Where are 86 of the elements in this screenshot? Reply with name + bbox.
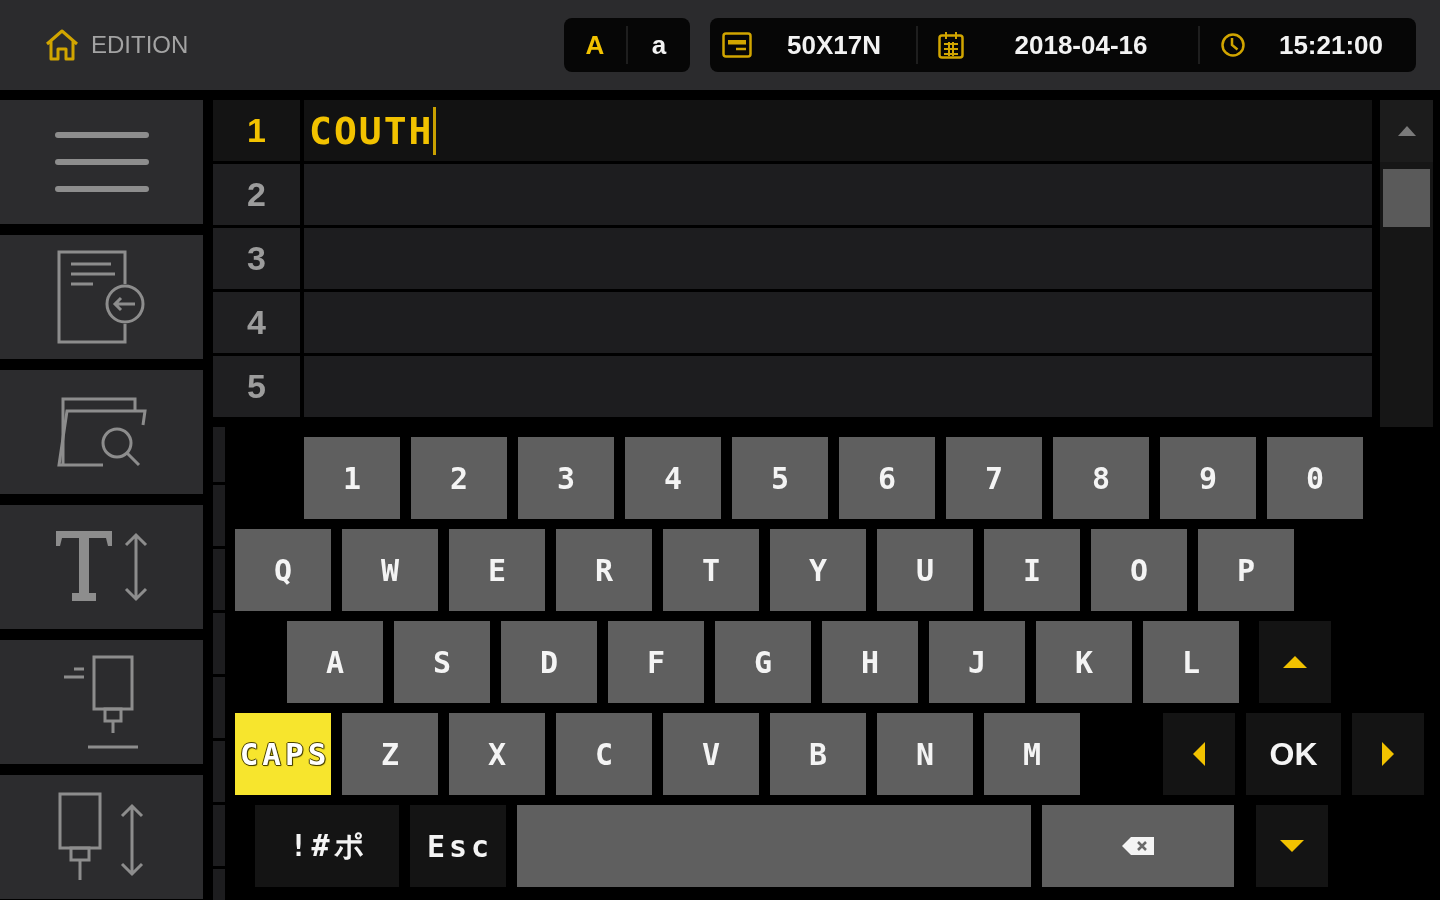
caret-up-icon — [1283, 656, 1307, 668]
keyboard-key[interactable]: P — [1198, 529, 1294, 611]
keyboard-key[interactable]: E — [449, 529, 545, 611]
keyboard-key[interactable]: 0 — [1267, 437, 1363, 519]
keyboard-key[interactable]: 8 — [1053, 437, 1149, 519]
keyboard-key[interactable]: R — [556, 529, 652, 611]
caret-up-icon — [1397, 126, 1416, 136]
keyboard-key[interactable]: 1 — [304, 437, 400, 519]
caret-down-icon — [1280, 840, 1304, 852]
keyboard-key[interactable]: M — [984, 713, 1080, 795]
ok-key[interactable]: OK — [1246, 713, 1341, 795]
keyboard-key[interactable]: X — [449, 713, 545, 795]
text-height-icon — [55, 531, 148, 603]
keyboard-key[interactable]: L — [1143, 621, 1239, 703]
folder-search-icon — [56, 397, 147, 467]
line-number: 1 — [213, 100, 300, 161]
menu-button[interactable] — [0, 100, 203, 224]
cursor-down-key[interactable] — [1256, 805, 1328, 887]
line-field[interactable] — [304, 292, 1372, 353]
clock-icon — [1220, 32, 1246, 58]
time-text: 15:21:00 — [1277, 29, 1385, 61]
keyboard-key[interactable]: G — [715, 621, 811, 703]
cursor-up-key[interactable] — [1259, 621, 1331, 703]
import-button[interactable] — [0, 235, 203, 359]
keyboard-key[interactable]: D — [501, 621, 597, 703]
caret-right-icon — [1382, 742, 1394, 766]
print-head-icon — [63, 655, 140, 749]
text-cursor — [433, 106, 437, 155]
line-number: 4 — [213, 292, 300, 353]
scrollbar[interactable] — [1380, 100, 1433, 427]
keyboard-key[interactable]: 7 — [946, 437, 1042, 519]
scroll-thumb[interactable] — [1383, 169, 1430, 227]
keyboard-key[interactable]: J — [929, 621, 1025, 703]
case-option[interactable]: a — [628, 18, 690, 72]
backspace-key[interactable] — [1042, 805, 1234, 887]
cursor-left-key[interactable] — [1163, 713, 1235, 795]
line-number: 2 — [213, 164, 300, 225]
line-field[interactable] — [304, 164, 1372, 225]
keyboard-key[interactable]: T — [663, 529, 759, 611]
search-button[interactable] — [0, 370, 203, 494]
print-head-button[interactable] — [0, 640, 203, 764]
keyboard-key[interactable]: 2 — [411, 437, 507, 519]
cursor-right-key[interactable] — [1352, 713, 1424, 795]
line-number: 5 — [213, 356, 300, 417]
print-head-height-button[interactable] — [0, 775, 203, 899]
keyboard-key[interactable]: B — [770, 713, 866, 795]
keyboard-key[interactable]: C — [556, 713, 652, 795]
keyboard-key[interactable]: K — [1036, 621, 1132, 703]
text-size-button[interactable] — [0, 505, 203, 629]
keyboard-key[interactable]: U — [877, 529, 973, 611]
date-text: 2018-04-16 — [1013, 29, 1149, 61]
keyboard-key[interactable]: Y — [770, 529, 866, 611]
keyboard-key[interactable]: F — [608, 621, 704, 703]
keyboard-key[interactable]: 3 — [518, 437, 614, 519]
symbols-key[interactable]: !#ポ — [255, 805, 399, 887]
keyboard-key[interactable]: V — [663, 713, 759, 795]
card-icon — [722, 32, 752, 58]
keyboard-key[interactable]: 4 — [625, 437, 721, 519]
case-option[interactable]: A — [564, 18, 626, 72]
keyboard-key[interactable]: N — [877, 713, 973, 795]
line-field[interactable]: COUTH — [304, 100, 1372, 161]
keyboard-key[interactable]: Q — [235, 529, 331, 611]
keyboard-key[interactable]: A — [287, 621, 383, 703]
keyboard-key[interactable]: H — [822, 621, 918, 703]
print-head-arrows-icon — [57, 792, 146, 882]
screen-title: EDITION — [91, 31, 189, 59]
caret-left-icon — [1193, 742, 1205, 766]
calendar-icon — [938, 31, 964, 59]
keyboard-key[interactable]: 5 — [732, 437, 828, 519]
keyboard-key[interactable]: 6 — [839, 437, 935, 519]
line-field[interactable] — [304, 356, 1372, 417]
label-size-text: 50X17N — [786, 29, 882, 61]
keyboard-key[interactable]: O — [1091, 529, 1187, 611]
line-number: 3 — [213, 228, 300, 289]
keyboard-key[interactable]: S — [394, 621, 490, 703]
keyboard-key[interactable]: I — [984, 529, 1080, 611]
keyboard-key[interactable]: 9 — [1160, 437, 1256, 519]
menu-icon — [54, 132, 149, 192]
home-icon — [45, 28, 79, 62]
escape-key[interactable]: Esc — [410, 805, 506, 887]
keyboard-key[interactable]: W — [342, 529, 438, 611]
backspace-icon — [1121, 836, 1155, 856]
scroll-up-button[interactable] — [1380, 100, 1433, 162]
document-arrow-icon — [56, 250, 147, 344]
line-field[interactable] — [304, 228, 1372, 289]
keyboard-key[interactable]: Z — [342, 713, 438, 795]
